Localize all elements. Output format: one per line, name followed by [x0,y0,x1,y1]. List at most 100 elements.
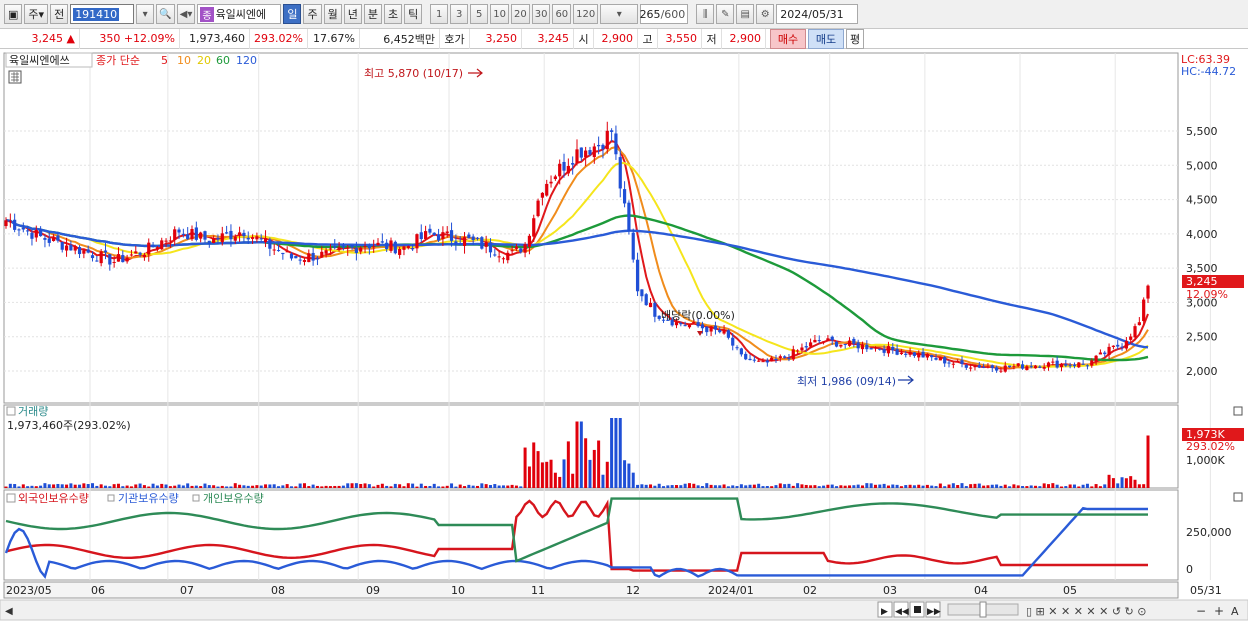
candle-body [1120,346,1124,348]
volume-bar [709,484,713,488]
quote-bar: 3,245 ▲ 350 +12.09% 1,973,460 293.02% 17… [0,28,1248,49]
period-minute-button[interactable]: 분 [363,4,382,24]
minute-5-button[interactable]: 5 [470,4,489,24]
candle-body [588,150,592,155]
minute-60-button[interactable]: 60 [552,4,572,24]
volume-bar [290,486,293,488]
minute-30-button[interactable]: 30 [531,4,551,24]
volume-bar [121,486,125,488]
chart-tools-icons[interactable]: ▯ ⊞ ✕ ✕ ✕ ✕ ✕ ↺ ↻ ⊙ [1026,605,1146,618]
volume-bar [778,483,782,488]
candle-body [112,261,116,263]
volume-bar [757,483,761,488]
period-year-button[interactable]: 년 [343,4,362,24]
prev-button[interactable]: 전 [50,4,69,24]
volume-bar [194,485,198,488]
minute-120-button[interactable]: 120 [573,4,599,24]
volume-bar [644,484,648,488]
stock-name-field[interactable]: 종 육일씨엔에 [197,4,282,24]
period-day-button[interactable]: 일 [283,4,302,24]
period-tick-button[interactable]: 틱 [404,4,423,24]
current-price-cell: 3,245 ▲ [0,28,80,49]
candle-body [181,233,185,235]
custom-interval-select[interactable]: ▾ [600,4,639,24]
minute-20-button[interactable]: 20 [510,4,530,24]
candle-body [484,242,488,247]
volume-bar [406,483,410,488]
candle-body [1124,340,1128,349]
volume-bar [242,485,246,488]
window-menu-icon[interactable]: ▣ [4,4,23,24]
gear-icon[interactable]: ⚙ [756,4,775,24]
candle-body [194,227,198,240]
candle-body [276,250,281,252]
minute-3-button[interactable]: 3 [450,4,469,24]
type-select[interactable]: 주 ▾ [24,4,49,24]
sell-button[interactable]: 매도 [808,28,844,49]
period-second-button[interactable]: 초 [383,4,403,24]
volume-bar [142,485,146,488]
candle-body [679,323,683,325]
draw-tool-icon[interactable]: ✎ [716,4,735,24]
volume-bar [108,486,112,488]
candle-body [272,249,276,251]
volume-bar [614,418,618,488]
x-axis-label: 2023/05 [6,584,52,597]
volume-bar [618,418,622,488]
period-week-button[interactable]: 주 [303,4,322,24]
candle-body [882,348,886,353]
low-value: 2,900 [722,28,766,49]
volume-bar [190,485,194,488]
volume-bar [181,485,185,488]
candle-body [1038,366,1042,368]
rewind-glyph: ◀◀ [895,607,909,617]
period-month-button[interactable]: 월 [323,4,342,24]
volume-bar [1042,483,1046,488]
speaker-icon[interactable]: ◀▾ [176,4,196,24]
x-axis-label: 12 [626,584,640,597]
zoom-out-icon[interactable]: − [1196,604,1206,618]
count-input[interactable]: 265/600 [639,4,689,24]
holding-inst-label: 기관보유수량 [118,492,179,505]
toolbar: ▣ 주 ▾ 전 191410 ▾ 🔍 ◀▾ 종 육일씨엔에 일 주 월 년 분 초 … [0,0,1248,29]
volume-bar [328,486,332,488]
candle-body [90,255,95,259]
eval-button[interactable]: 평 [846,28,864,49]
candle-body [852,338,856,344]
candle-body [597,144,601,147]
font-size-icon[interactable]: A [1231,605,1239,618]
search-icon[interactable]: 🔍 [156,4,175,24]
turnover-value: 17.67% [308,28,360,49]
minute-10-button[interactable]: 10 [490,4,509,24]
volume-bar [298,483,302,488]
candle-body [523,244,527,253]
volume-bar [731,485,735,488]
candle-body [419,232,423,240]
volume-bar [65,484,69,488]
scroll-left-icon[interactable]: ◀ [5,606,13,617]
volume-bar [791,485,795,488]
stock-code-input[interactable]: 191410 [70,4,135,24]
volume-pane-close-icon[interactable] [1233,406,1243,416]
volume-bar [95,485,99,488]
volume-bar [856,484,860,488]
save-icon[interactable]: ▤ [736,4,755,24]
date-input[interactable]: 2024/05/31 [776,4,859,24]
candle-body [125,257,129,262]
candle-body [73,246,77,251]
zoom-in-icon[interactable]: + [1214,604,1224,618]
candle-body [999,370,1003,372]
volume-bar [220,485,224,488]
code-dropdown-icon[interactable]: ▾ [136,4,155,24]
candle-body [190,229,194,240]
candle-body [562,161,566,171]
candle-icon[interactable]: ⫼ [696,4,715,24]
zoom-slider-handle[interactable] [979,601,987,618]
candle-body [506,252,510,261]
buy-button[interactable]: 매수 [770,28,806,49]
minute-1-button[interactable]: 1 [430,4,449,24]
count-value: 265 [639,7,661,21]
holding-pane-close-icon[interactable] [1233,492,1243,502]
candle-body [1007,365,1012,368]
stock-code-value: 191410 [73,7,120,21]
